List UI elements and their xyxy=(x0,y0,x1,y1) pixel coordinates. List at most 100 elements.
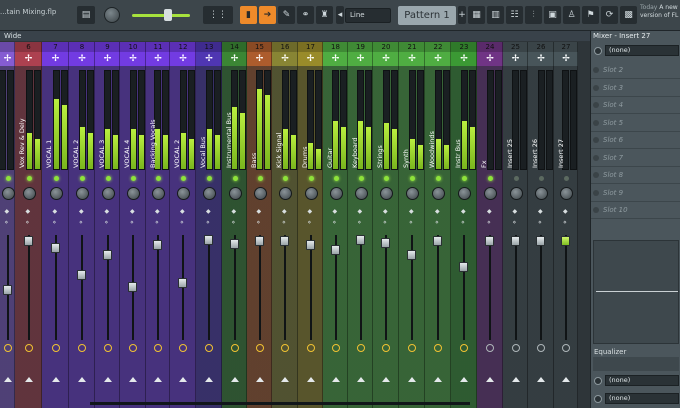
channel-fx-toggle-icon[interactable] xyxy=(562,344,570,352)
route-arrows-icon[interactable]: ✢ xyxy=(120,52,146,66)
route-to-insert-icon[interactable] xyxy=(24,377,33,382)
channel-active-led[interactable] xyxy=(131,176,136,181)
swap-channels-icon[interactable]: ⋄ xyxy=(26,219,30,226)
swap-channels-icon[interactable]: ⋄ xyxy=(308,219,312,226)
route-to-insert-icon[interactable] xyxy=(382,377,390,382)
channel-fx-toggle-icon[interactable] xyxy=(24,344,33,352)
volume-fader-track[interactable] xyxy=(385,235,387,340)
channel-active-led[interactable] xyxy=(80,176,85,181)
channel-route-strip[interactable]: ✢ xyxy=(222,52,247,66)
route-arrows-icon[interactable]: ✢ xyxy=(323,52,348,66)
channel-active-led[interactable] xyxy=(105,176,111,181)
channel-active-led[interactable] xyxy=(181,176,186,181)
channel-name[interactable]: VOCAL 4 xyxy=(123,92,133,168)
volume-fader-track[interactable] xyxy=(437,235,439,340)
channel-name[interactable]: Bass xyxy=(250,92,260,168)
stereo-separation-icon[interactable]: ◆ xyxy=(563,208,568,215)
volume-fader-track[interactable] xyxy=(514,235,517,340)
stereo-separation-icon[interactable]: ◆ xyxy=(232,208,237,215)
channel-active-led[interactable] xyxy=(207,176,212,181)
channel-route-strip[interactable]: ✢ xyxy=(0,52,15,66)
channel-route-strip[interactable]: ✢ xyxy=(170,52,196,66)
channel-fx-toggle-icon[interactable] xyxy=(356,344,365,352)
mixer-horizontal-scrollbar[interactable] xyxy=(90,402,470,405)
volume-fader[interactable] xyxy=(305,240,315,250)
swap-channels-icon[interactable]: ⋄ xyxy=(461,219,465,226)
route-to-insert-icon[interactable] xyxy=(408,377,416,382)
volume-fader[interactable] xyxy=(561,236,570,246)
channel-fx-toggle-icon[interactable] xyxy=(537,344,545,352)
route-to-insert-icon[interactable] xyxy=(103,377,112,382)
channel-name[interactable]: VOCAL 2 xyxy=(173,92,183,168)
channel-route-strip[interactable]: ✢ xyxy=(95,52,120,66)
channel-fx-toggle-icon[interactable] xyxy=(3,344,12,352)
route-arrows-icon[interactable]: ✢ xyxy=(247,52,272,66)
volume-fader-track[interactable] xyxy=(284,235,286,340)
route-arrows-icon[interactable]: ✢ xyxy=(298,52,323,66)
route-arrows-icon[interactable]: ✢ xyxy=(272,52,298,66)
volume-fader[interactable] xyxy=(102,250,112,260)
stereo-separation-icon[interactable]: ◆ xyxy=(461,208,466,215)
route-arrows-icon[interactable]: ✢ xyxy=(170,52,196,66)
channel-route-strip[interactable]: ✢ xyxy=(323,52,348,66)
channel-route-strip[interactable]: ✢ xyxy=(42,52,69,66)
volume-fader-track[interactable] xyxy=(208,235,210,340)
swap-channels-icon[interactable]: ⋄ xyxy=(257,219,261,226)
slot-indicator-icon[interactable] xyxy=(593,102,599,108)
channel-route-strip[interactable]: ✢ xyxy=(272,52,298,66)
volume-fader[interactable] xyxy=(178,278,187,288)
channel-active-led[interactable] xyxy=(462,176,467,181)
volume-fader[interactable] xyxy=(433,236,442,246)
pan-knob[interactable] xyxy=(354,187,368,200)
volume-fader[interactable] xyxy=(50,243,60,253)
route-arrows-icon[interactable]: ✢ xyxy=(399,52,425,66)
swap-channels-icon[interactable]: ⋄ xyxy=(180,219,184,226)
master-pitch-slider-thumb[interactable] xyxy=(164,9,172,21)
channel-name[interactable]: VOCAL 2 xyxy=(72,92,82,168)
channel-fx-toggle-icon[interactable] xyxy=(129,344,137,352)
stereo-separation-icon[interactable]: ◆ xyxy=(383,208,388,215)
stereo-separation-icon[interactable]: ◆ xyxy=(26,208,31,215)
route-to-insert-icon[interactable] xyxy=(537,377,545,382)
route-to-insert-icon[interactable] xyxy=(460,377,468,382)
arrow-right-icon[interactable]: ➔ xyxy=(259,6,276,24)
route-to-insert-icon[interactable] xyxy=(129,377,137,382)
channel-name[interactable]: Synth xyxy=(402,92,412,168)
volume-fader-track[interactable] xyxy=(489,235,491,340)
channel-active-led[interactable] xyxy=(53,176,59,181)
route-to-insert-icon[interactable] xyxy=(511,377,520,382)
volume-fader[interactable] xyxy=(330,245,340,255)
effect-slot[interactable]: Slot 3 xyxy=(591,80,680,97)
pan-knob[interactable] xyxy=(560,187,573,200)
volume-fader-track[interactable] xyxy=(359,235,362,340)
pan-knob[interactable] xyxy=(329,187,343,200)
channel-name[interactable]: Drums xyxy=(301,92,311,168)
route-arrows-icon[interactable]: ✢ xyxy=(528,52,554,66)
route-to-insert-icon[interactable] xyxy=(51,377,60,382)
stereo-separation-icon[interactable]: ◆ xyxy=(358,208,363,215)
stereo-separation-icon[interactable]: ◆ xyxy=(155,208,160,215)
channel-fx-toggle-icon[interactable] xyxy=(78,344,86,352)
route-arrows-icon[interactable]: ✢ xyxy=(69,52,95,66)
route-to-insert-icon[interactable] xyxy=(78,377,86,382)
volume-fader[interactable] xyxy=(459,262,468,272)
pan-knob[interactable] xyxy=(22,187,36,200)
stereo-separation-icon[interactable]: ◆ xyxy=(105,208,110,215)
channel-fx-toggle-icon[interactable] xyxy=(511,344,520,352)
route-arrows-icon[interactable]: ✢ xyxy=(425,52,451,66)
channel-route-strip[interactable]: ✢ xyxy=(298,52,323,66)
route-to-insert-icon[interactable] xyxy=(230,377,239,382)
playlist-icon[interactable]: ▦ xyxy=(468,6,485,24)
channel-fx-toggle-icon[interactable] xyxy=(460,344,468,352)
channel-route-strip[interactable]: ✢ xyxy=(477,52,503,66)
stereo-separation-icon[interactable]: ◆ xyxy=(308,208,313,215)
stereo-separation-icon[interactable]: ◆ xyxy=(513,208,518,215)
route-arrows-icon[interactable]: ✢ xyxy=(15,52,42,66)
channel-fx-toggle-icon[interactable] xyxy=(103,344,112,352)
channel-name[interactable]: Keyboard xyxy=(351,92,361,168)
channel-fx-toggle-icon[interactable] xyxy=(230,344,239,352)
channel-fx-toggle-icon[interactable] xyxy=(306,344,315,352)
mixer-icon[interactable]: ⫶ xyxy=(525,6,542,24)
volume-fader[interactable] xyxy=(254,236,264,246)
link-icon[interactable]: ⚭ xyxy=(297,6,314,24)
